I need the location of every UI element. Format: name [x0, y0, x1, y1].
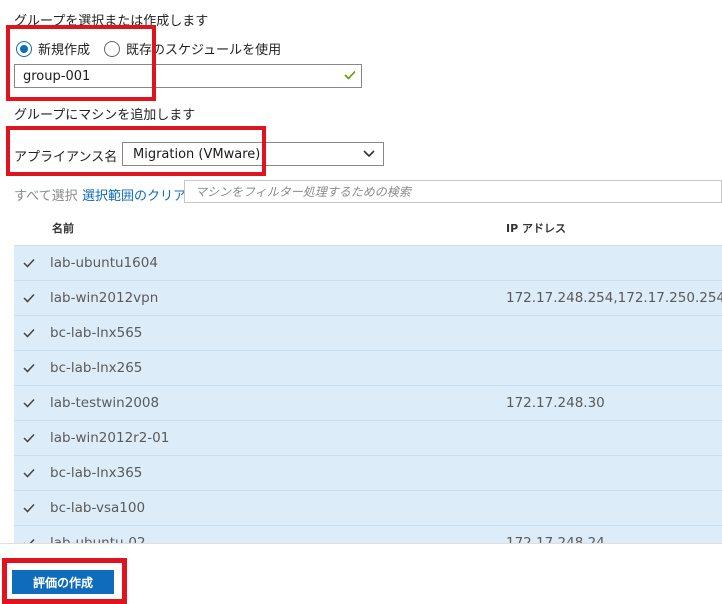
table-row[interactable]: bc-lab-lnx565 — [14, 316, 722, 351]
machine-filter-input[interactable]: マシンをフィルター処理するための検索 — [184, 180, 722, 203]
create-assessment-button[interactable]: 評価の作成 — [12, 570, 114, 594]
column-header-ip[interactable]: IP アドレス — [506, 220, 566, 236]
machine-name: bc-lab-lnx365 — [50, 465, 143, 481]
machine-name: lab-ubuntu-02 — [50, 535, 146, 543]
appliance-select[interactable]: Migration (VMware) — [122, 142, 384, 166]
checkbox-checked-icon[interactable] — [20, 394, 38, 412]
table-row[interactable]: bc-lab-lnx365 — [14, 456, 722, 491]
filter-placeholder: マシンをフィルター処理するための検索 — [195, 185, 411, 199]
table-row[interactable]: lab-testwin2008 172.17.248.30 — [14, 386, 722, 421]
appliance-select-value: Migration (VMware) — [133, 146, 261, 162]
checkbox-checked-icon[interactable] — [20, 429, 38, 447]
table-row[interactable]: bc-lab-lnx265 — [14, 351, 722, 386]
machine-ip: 172.17.248.254,172.17.250.254 — [506, 290, 722, 306]
checkbox-checked-icon[interactable] — [20, 359, 38, 377]
machine-name: bc-lab-vsa100 — [50, 500, 146, 516]
checkbox-checked-icon[interactable] — [20, 464, 38, 482]
machine-name: lab-win2012r2-01 — [50, 430, 170, 446]
table-row[interactable]: lab-win2012r2-01 — [14, 421, 722, 456]
table-row[interactable]: bc-lab-vsa100 — [14, 491, 722, 526]
machine-name: bc-lab-lnx265 — [50, 360, 143, 376]
checkbox-checked-icon[interactable] — [20, 254, 38, 272]
machine-table: lab-ubuntu1604 lab-win2012vpn 172.17.248… — [14, 245, 722, 543]
group-name-input[interactable]: group-001 — [14, 64, 362, 88]
machine-ip: 172.17.248.30 — [506, 395, 605, 411]
checkbox-checked-icon[interactable] — [20, 534, 38, 543]
group-name-value: group-001 — [23, 68, 91, 84]
machine-name: bc-lab-lnx565 — [50, 325, 143, 341]
appliance-label: アプライアンス名 — [14, 150, 118, 165]
chevron-down-icon — [355, 146, 383, 162]
radio-selected-icon — [16, 40, 32, 57]
radio-unselected-icon — [104, 40, 120, 57]
radio-existing-group[interactable]: 既存のスケジュールを使用 — [104, 39, 281, 58]
checkbox-checked-icon[interactable] — [20, 499, 38, 517]
select-all-link[interactable]: すべて選択 — [14, 185, 78, 204]
radio-new-group[interactable]: 新規作成 — [16, 39, 90, 58]
table-row[interactable]: lab-win2012vpn 172.17.248.254,172.17.250… — [14, 281, 722, 316]
machine-name: lab-win2012vpn — [50, 290, 159, 306]
radio-existing-label: 既存のスケジュールを使用 — [126, 43, 282, 58]
machine-name: lab-ubuntu1604 — [50, 255, 158, 271]
footer-bar: 評価の作成 — [0, 543, 722, 604]
highlight-box-group — [6, 25, 156, 101]
checkbox-checked-icon[interactable] — [20, 289, 38, 307]
radio-new-label: 新規作成 — [38, 43, 91, 58]
clear-selection-link[interactable]: 選択範囲のクリア — [82, 185, 186, 204]
machines-section-title: グループにマシンを追加します — [14, 108, 196, 123]
valid-checkmark-icon — [339, 68, 361, 84]
checkbox-checked-icon[interactable] — [20, 324, 38, 342]
group-section-title: グループを選択または作成します — [14, 14, 209, 29]
column-header-name[interactable]: 名前 — [52, 220, 74, 236]
table-row[interactable]: lab-ubuntu-02 172.17.248.24 — [14, 526, 722, 543]
machine-name: lab-testwin2008 — [50, 395, 160, 411]
table-row[interactable]: lab-ubuntu1604 — [14, 246, 722, 281]
machine-ip: 172.17.248.24 — [506, 535, 605, 543]
